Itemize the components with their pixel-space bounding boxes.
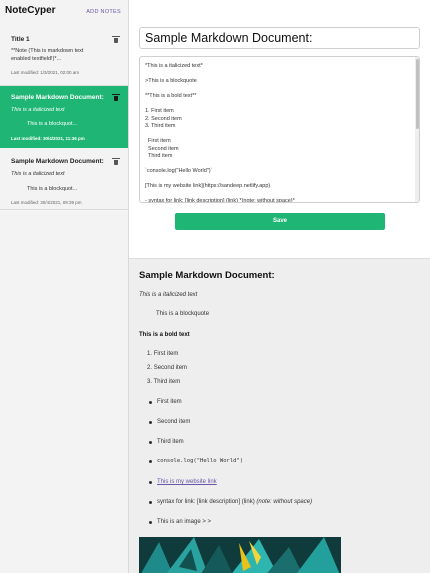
note-preview-line: This is a italicized text (11, 171, 65, 177)
bullet-icon (149, 421, 152, 424)
editor-body-line (145, 176, 414, 184)
sidebar-header: NoteCyper ADD NOTES (0, 0, 128, 26)
note-editor: *This is a italicized text* >This is a bl… (129, 0, 430, 258)
note-title: Sample Markdown Document: (11, 94, 104, 101)
save-button[interactable]: Save (175, 213, 385, 230)
note-modified: Last modified: 1/3/2021, 02:00 am (11, 70, 80, 75)
bullet-icon (149, 481, 152, 484)
editor-body-line: 1. First item (145, 108, 174, 114)
bullet-icon (149, 501, 152, 504)
preview-bullet-item: This is an image > > (149, 519, 212, 525)
bullet-icon (149, 460, 152, 463)
preview-bullet-item: console.log("Hello World") (149, 458, 244, 464)
bullet-icon (149, 401, 152, 404)
ordered-item-text: Third item (153, 379, 181, 385)
ordered-item-text: Second item (153, 365, 188, 371)
editor-body-line (145, 131, 414, 139)
note-item[interactable]: Title 1 **Note (This is markdown text en… (0, 29, 128, 86)
note-preview-line: **Note (This is markdown text (11, 48, 84, 54)
editor-body-line: 2. Second item (145, 115, 182, 122)
bullet-icon (149, 441, 152, 444)
trash-icon[interactable] (112, 94, 120, 101)
image-caption: This is an image > > (157, 519, 212, 525)
app-title: NoteCyper (5, 5, 56, 16)
bullet-text: Second item (157, 419, 191, 425)
editor-body-line (145, 161, 414, 169)
note-preview-line: This is a blockquot... (27, 186, 78, 192)
editor-body-line: First item (145, 138, 171, 144)
leaf-image (139, 537, 341, 573)
note-preview-line: This is a italicized text (11, 107, 65, 113)
note-modified: Last modified: 30/4/2021, 11:36 pm (11, 136, 85, 141)
preview-bullet-item: syntax for link: [link description] (lin… (149, 499, 313, 505)
preview-ordered-item: 2. Second item (147, 365, 187, 371)
preview-blockquote: This is a blockquote (156, 311, 210, 317)
note-title-input[interactable] (139, 27, 420, 49)
editor-body-line: 3. Third item (145, 123, 176, 129)
note-body-textarea[interactable]: *This is a italicized text* >This is a bl… (139, 56, 420, 203)
trash-icon[interactable] (112, 158, 120, 165)
markdown-preview: Sample Markdown Document: This is a ital… (129, 258, 430, 573)
textarea-scrollbar[interactable] (415, 57, 419, 202)
preview-ordered-item: 1. First item (147, 351, 178, 357)
editor-body-line (145, 101, 414, 109)
syntax-text: syntax for link: [link description] (lin… (157, 499, 257, 505)
preview-website-link[interactable]: This is my website link (157, 479, 217, 485)
preview-bullet-item: This is my website link (149, 479, 217, 485)
ordered-item-text: First item (153, 351, 179, 357)
editor-body-line: >This is a blockquote (145, 78, 197, 84)
note-preview-line: This is a blockquot... (27, 121, 78, 127)
bullet-text: Third item (157, 439, 184, 445)
preview-bullet-item: First item (149, 399, 182, 405)
editor-body-line: [This is my website link](https://sandee… (145, 183, 271, 189)
preview-bullet-item: Third item (149, 439, 184, 445)
syntax-note: (note: without space) (256, 499, 313, 505)
ordered-marker: 3. (147, 379, 153, 385)
ordered-marker: 2. (147, 365, 153, 371)
note-title: Title 1 (11, 36, 30, 43)
editor-body-line (145, 71, 414, 79)
editor-body-line: - syntax for link: [link description] (l… (145, 198, 295, 203)
editor-body-line: Second item (145, 145, 179, 152)
add-notes-button[interactable]: ADD NOTES (86, 9, 121, 15)
preview-inline-code: console.log("Hello World") (157, 458, 244, 464)
preview-bullet-item: Second item (149, 419, 191, 425)
ordered-marker: 1. (147, 351, 153, 357)
editor-body-line (145, 86, 414, 94)
editor-body-line: `console.log("Hello World")` (145, 168, 213, 174)
note-modified: Last modified: 30/4/2021, 09:39 pm (11, 200, 82, 205)
note-body-content: *This is a italicized text* >This is a bl… (145, 63, 414, 203)
note-preview-line: enabled textfield!)*... (11, 56, 62, 62)
preview-italic-text: This is a italicized text (139, 292, 198, 298)
editor-body-line (145, 191, 414, 199)
preview-image (139, 537, 341, 573)
note-item-selected[interactable]: Sample Markdown Document: This is a ital… (0, 86, 128, 148)
preview-bold-text: This is a bold text (139, 332, 190, 338)
editor-body-line: Third item (145, 153, 173, 159)
preview-heading: Sample Markdown Document: (139, 270, 275, 281)
bullet-text: First item (157, 399, 182, 405)
bullet-icon (149, 521, 152, 524)
editor-body-line: **This is a bold text** (145, 93, 197, 99)
preview-ordered-item: 3. Third item (147, 379, 180, 385)
note-title: Sample Markdown Document: (11, 158, 104, 165)
notes-sidebar: NoteCyper ADD NOTES Title 1 **Note (This… (0, 0, 129, 573)
note-item[interactable]: Sample Markdown Document: This is a ital… (0, 148, 128, 210)
trash-icon[interactable] (112, 36, 120, 43)
editor-body-line: *This is a italicized text* (145, 63, 203, 69)
